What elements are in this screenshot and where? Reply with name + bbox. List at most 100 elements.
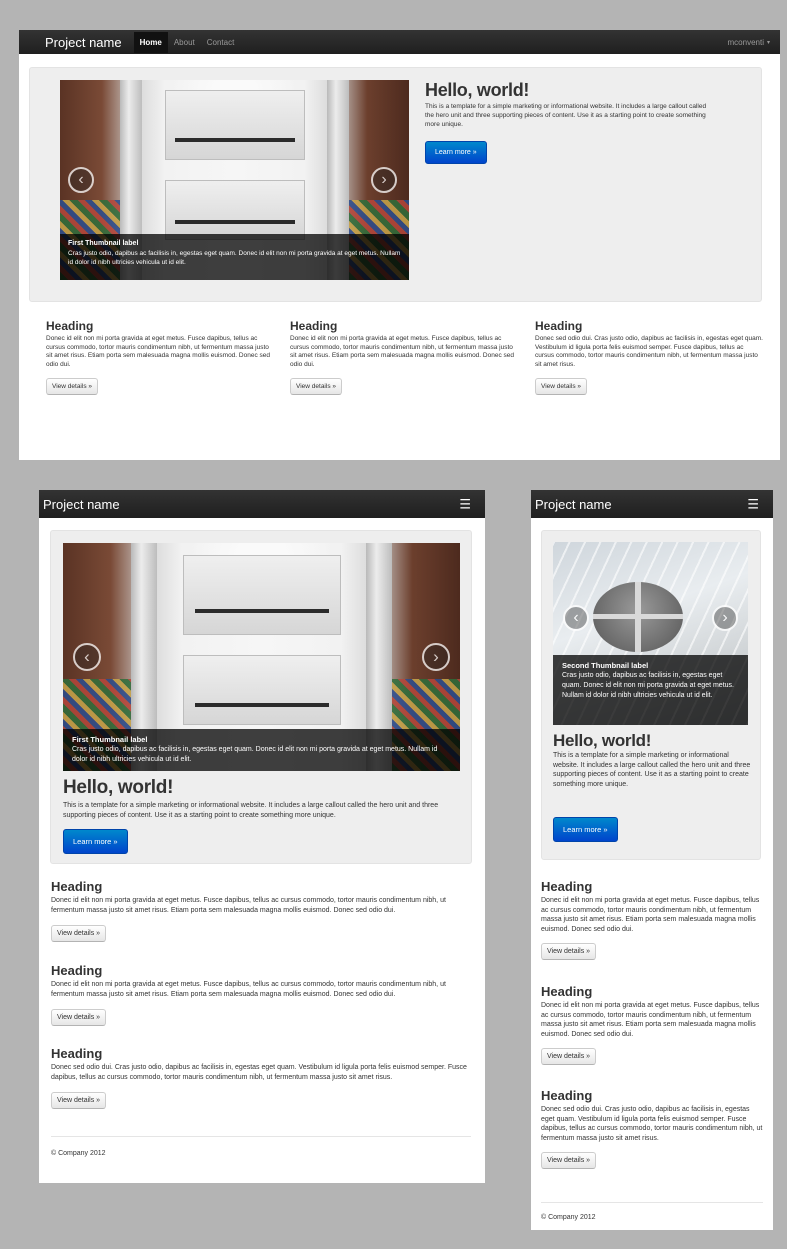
carousel: ‹ › First Thumbnail label Cras justo odi… xyxy=(63,543,460,771)
user-menu[interactable]: mconventi ▾ xyxy=(728,38,770,47)
learn-more-button[interactable]: Learn more » xyxy=(425,141,487,164)
caption-title: First Thumbnail label xyxy=(72,735,148,744)
carousel-prev-button[interactable]: ‹ xyxy=(68,167,94,193)
dome-cross-horizontal xyxy=(593,614,683,619)
hero-title: Hello, world! xyxy=(63,777,174,798)
carousel-next-button[interactable]: › xyxy=(712,605,738,631)
column-text: Donec sed odio dui. Cras justo odio, dap… xyxy=(535,335,763,368)
column-text: Donec id elit non mi porta gravida at eg… xyxy=(51,981,446,998)
view-details-button[interactable]: View details » xyxy=(51,925,107,942)
column-text: Donec id elit non mi porta gravida at eg… xyxy=(541,897,760,933)
feature-column-3: Heading Donec sed odio dui. Cras justo o… xyxy=(535,319,763,395)
atrium-upper-block xyxy=(165,90,305,160)
column-text: Donec id elit non mi porta gravida at eg… xyxy=(46,335,270,368)
phone-frame: Project name ☰ ‹ › Second Thumbnail labe… xyxy=(531,490,773,1230)
column-text: Donec id elit non mi porta gravida at eg… xyxy=(290,335,514,368)
hero-unit: ‹ › First Thumbnail label Cras justo odi… xyxy=(50,530,472,864)
brand-link[interactable]: Project name xyxy=(45,35,122,50)
feature-column-1: Heading Donec id elit non mi porta gravi… xyxy=(541,879,763,960)
atrium-stripe-2 xyxy=(175,220,295,224)
caption-text: Cras justo odio, dapibus ac facilisis in… xyxy=(68,250,401,266)
nav-contact[interactable]: Contact xyxy=(201,32,241,53)
caption-text: Cras justo odio, dapibus ac facilisis in… xyxy=(562,672,734,699)
caret-down-icon: ▾ xyxy=(766,39,770,46)
caption-title: Second Thumbnail label xyxy=(562,661,649,670)
view-details-button[interactable]: View details » xyxy=(290,378,342,395)
hero-unit: ‹ › Second Thumbnail label Cras justo od… xyxy=(541,530,761,860)
tablet-navbar: Project name ☰ xyxy=(39,490,485,518)
atrium-stripe xyxy=(195,609,329,613)
column-heading: Heading xyxy=(51,879,103,894)
learn-more-button[interactable]: Learn more » xyxy=(63,829,128,854)
footer-copyright: © Company 2012 xyxy=(541,1214,596,1221)
feature-column-2: Heading Donec id elit non mi porta gravi… xyxy=(290,319,518,395)
carousel: ‹ › Second Thumbnail label Cras justo od… xyxy=(553,542,748,725)
hamburger-menu-icon[interactable]: ☰ xyxy=(747,498,759,511)
column-heading: Heading xyxy=(46,319,94,333)
learn-more-button[interactable]: Learn more » xyxy=(553,817,618,842)
hero-unit: ‹ › First Thumbnail label Cras justo odi… xyxy=(29,67,762,302)
view-details-button[interactable]: View details » xyxy=(46,378,98,395)
atrium-lower-block xyxy=(183,655,341,725)
carousel: ‹ › First Thumbnail label Cras justo odi… xyxy=(60,80,409,280)
chevron-left-icon: ‹ xyxy=(573,609,579,626)
hero-text: This is a template for a simple marketin… xyxy=(63,802,439,819)
chevron-right-icon: › xyxy=(381,171,387,188)
nav-home[interactable]: Home xyxy=(133,31,168,53)
brand-link[interactable]: Project name xyxy=(535,497,612,512)
column-text: Donec sed odio dui. Cras justo odio, dap… xyxy=(51,1064,467,1081)
chevron-right-icon: › xyxy=(433,647,439,666)
hero-text: This is a template for a simple marketin… xyxy=(553,752,751,788)
column-heading: Heading xyxy=(290,319,338,333)
feature-column-2: Heading Donec id elit non mi porta gravi… xyxy=(51,963,467,1026)
chevron-right-icon: › xyxy=(722,609,728,626)
atrium-lower-block xyxy=(165,180,305,240)
hero-title: Hello, world! xyxy=(553,731,652,750)
view-details-button[interactable]: View details » xyxy=(51,1092,107,1109)
hero-title: Hello, world! xyxy=(425,80,530,100)
atrium-stripe-2 xyxy=(195,703,329,707)
phone-navbar: Project name ☰ xyxy=(531,490,773,518)
view-details-button[interactable]: View details » xyxy=(541,943,597,960)
carousel-prev-button[interactable]: ‹ xyxy=(563,605,589,631)
feature-column-3: Heading Donec sed odio dui. Cras justo o… xyxy=(51,1046,467,1109)
column-heading: Heading xyxy=(535,319,583,333)
footer-divider xyxy=(541,1202,763,1203)
hamburger-menu-icon[interactable]: ☰ xyxy=(459,498,471,511)
carousel-next-button[interactable]: › xyxy=(371,167,397,193)
feature-column-1: Heading Donec id elit non mi porta gravi… xyxy=(46,319,274,395)
carousel-prev-button[interactable]: ‹ xyxy=(73,643,101,671)
carousel-caption: First Thumbnail label Cras justo odio, d… xyxy=(63,729,460,771)
desktop-frame: Project name Home About Contact mconvent… xyxy=(19,30,780,460)
atrium-upper-block xyxy=(183,555,341,635)
brand-link[interactable]: Project name xyxy=(43,497,120,512)
column-heading: Heading xyxy=(51,963,103,978)
column-heading: Heading xyxy=(51,1046,103,1061)
hero-text: This is a template for a simple marketin… xyxy=(425,103,707,128)
feature-column-2: Heading Donec id elit non mi porta gravi… xyxy=(541,984,763,1065)
view-details-button[interactable]: View details » xyxy=(541,1152,597,1169)
column-heading: Heading xyxy=(541,879,593,894)
desktop-navbar: Project name Home About Contact mconvent… xyxy=(19,30,780,54)
caption-text: Cras justo odio, dapibus ac facilisis in… xyxy=(72,746,438,763)
column-heading: Heading xyxy=(541,1088,593,1103)
column-heading: Heading xyxy=(541,984,593,999)
nav-about[interactable]: About xyxy=(168,32,201,53)
column-text: Donec sed odio dui. Cras justo odio, dap… xyxy=(541,1106,763,1142)
feature-column-3: Heading Donec sed odio dui. Cras justo o… xyxy=(541,1088,763,1169)
chevron-left-icon: ‹ xyxy=(78,171,84,188)
carousel-caption: First Thumbnail label Cras justo odio, d… xyxy=(60,234,409,280)
feature-column-1: Heading Donec id elit non mi porta gravi… xyxy=(51,879,467,942)
carousel-next-button[interactable]: › xyxy=(422,643,450,671)
footer-copyright: © Company 2012 xyxy=(51,1150,106,1157)
view-details-button[interactable]: View details » xyxy=(535,378,587,395)
chevron-left-icon: ‹ xyxy=(84,647,90,666)
tablet-frame: Project name ☰ ‹ › First Thumbnail label… xyxy=(39,490,485,1183)
view-details-button[interactable]: View details » xyxy=(541,1048,597,1065)
user-name: mconventi xyxy=(727,37,764,47)
desktop-nav: Home About Contact xyxy=(133,31,241,53)
column-text: Donec id elit non mi porta gravida at eg… xyxy=(51,897,446,914)
view-details-button[interactable]: View details » xyxy=(51,1009,107,1026)
column-text: Donec id elit non mi porta gravida at eg… xyxy=(541,1002,760,1038)
caption-title: First Thumbnail label xyxy=(68,240,139,247)
